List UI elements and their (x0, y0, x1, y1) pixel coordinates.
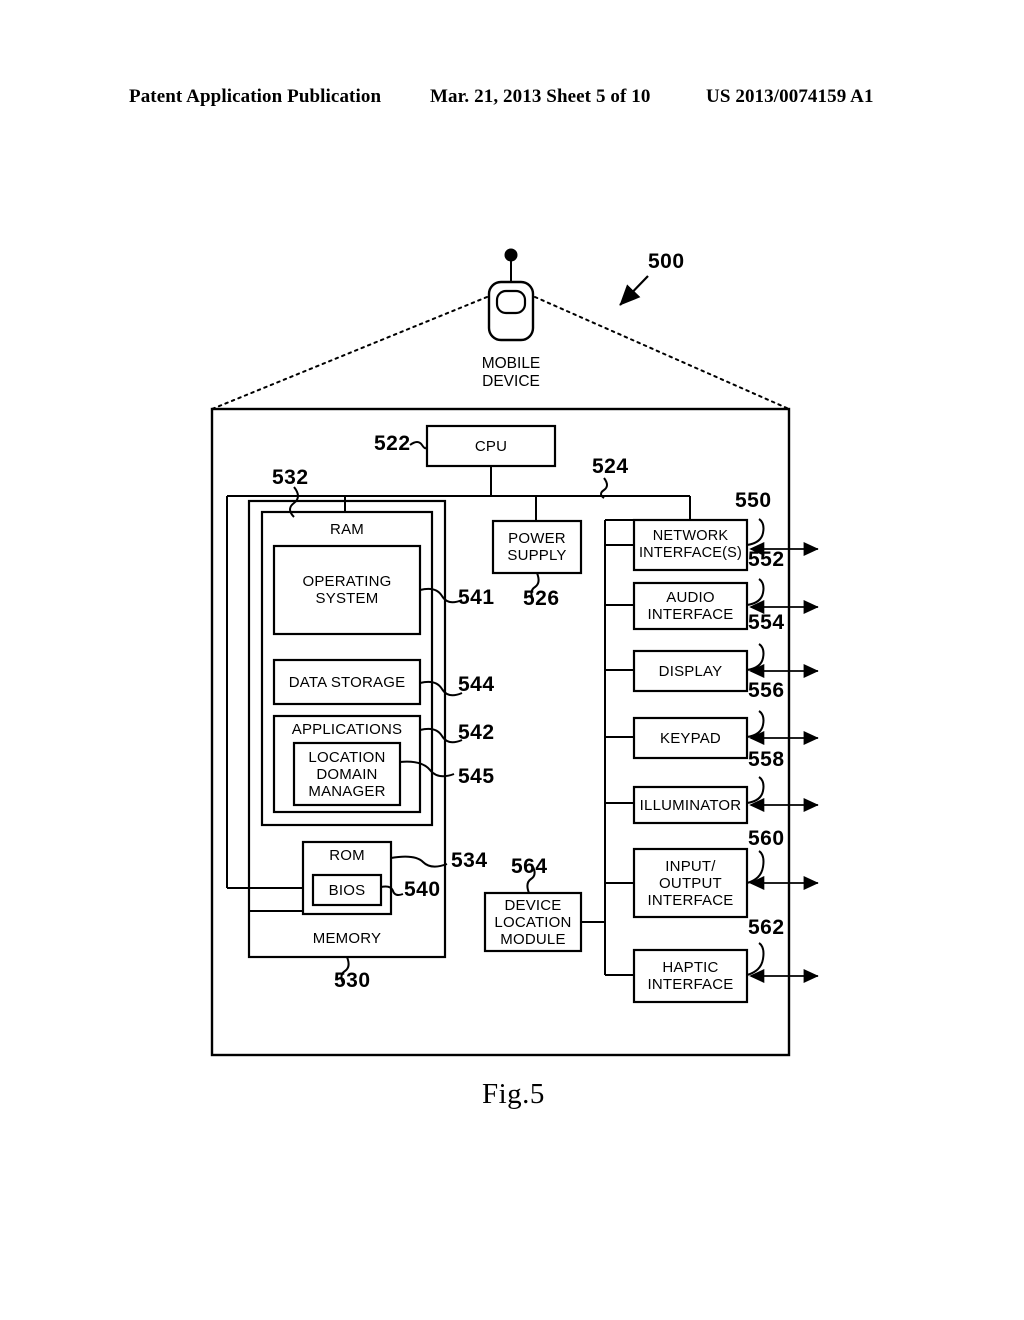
leader-542 (419, 727, 463, 744)
leader-541 (419, 587, 463, 604)
ref-554: 554 (748, 611, 785, 634)
bios-label: BIOS (328, 881, 366, 899)
device-location-module-label: DEVICE LOCATION MODULE (494, 896, 572, 948)
expansion-lines (211, 296, 790, 410)
illuminator-label: ILLUMINATOR (639, 796, 742, 814)
ref-526: 526 (523, 587, 560, 610)
leader-562 (746, 942, 765, 976)
leader-556 (746, 710, 765, 738)
leader-544 (419, 680, 463, 697)
power-supply-label: POWER SUPPLY (507, 530, 567, 564)
ref-524: 524 (592, 455, 629, 478)
network-interface-label: NETWORK INTERFACE(S) (638, 528, 743, 561)
figure-drawing (210, 248, 819, 1057)
ref-534: 534 (451, 849, 488, 872)
ref-541: 541 (458, 586, 495, 609)
io-interface-label: INPUT/ OUTPUT INTERFACE (647, 857, 734, 909)
leader-534 (390, 855, 448, 868)
ref-560: 560 (748, 827, 785, 850)
ref-542: 542 (458, 721, 495, 744)
ref-556: 556 (748, 679, 785, 702)
keypad-label: KEYPAD (660, 729, 721, 747)
rom-label: ROM (329, 847, 365, 864)
cpu-label: CPU (474, 437, 508, 455)
leader-558 (746, 776, 765, 804)
ref-564: 564 (511, 855, 548, 878)
mobile-device-label: MOBILE DEVICE (481, 355, 541, 390)
ref-532: 532 (272, 466, 309, 489)
ref-558: 558 (748, 748, 785, 771)
applications-label: APPLICATIONS (291, 721, 403, 738)
ref-550: 550 (735, 489, 772, 512)
ram-label: RAM (330, 521, 364, 538)
leader-560 (746, 850, 765, 884)
memory-label: MEMORY (312, 930, 382, 947)
figure-caption: Fig.5 (482, 1078, 545, 1110)
ref-552: 552 (748, 548, 785, 571)
ref-522: 522 (374, 432, 411, 455)
audio-interface-label: AUDIO INTERFACE (647, 589, 734, 623)
operating-system-label: OPERATING SYSTEM (302, 573, 392, 607)
leader-552 (746, 578, 765, 606)
ref-530: 530 (334, 969, 371, 992)
patent-figure-page: Patent Application Publication Mar. 21, … (0, 0, 1024, 1320)
ref-500-arrow (619, 275, 649, 306)
location-domain-manager-label: LOCATION DOMAIN MANAGER (308, 748, 386, 800)
ref-540: 540 (404, 878, 441, 901)
data-storage-label: DATA STORAGE (288, 673, 406, 691)
leader-522 (409, 441, 428, 450)
leader-554 (746, 643, 765, 671)
ref-562: 562 (748, 916, 785, 939)
haptic-interface-label: HAPTIC INTERFACE (647, 959, 734, 993)
mobile-device-icon (487, 248, 535, 342)
ref-500: 500 (648, 250, 685, 273)
ref-545: 545 (458, 765, 495, 788)
display-label: DISPLAY (658, 662, 723, 680)
leader-550 (746, 518, 765, 546)
ref-544: 544 (458, 673, 495, 696)
